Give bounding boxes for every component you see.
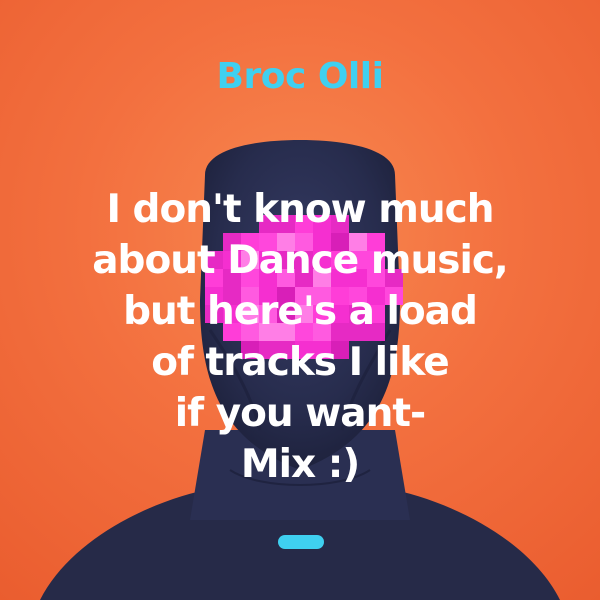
caption-line: Mix :) [240,442,360,487]
playlist-caption: I don't know much about Dance music, but… [0,184,600,490]
caption-line: I don't know much [106,187,494,232]
artist-name: Broc Olli [216,56,384,97]
accent-pill [278,535,324,549]
caption-line: about Dance music, [92,238,509,283]
caption-line: if you want- [174,391,426,436]
caption-line: but here's a load [123,289,478,334]
caption-line: of tracks I like [151,340,450,385]
playlist-cover: Broc Olli I don't know much about Dance … [0,0,600,600]
